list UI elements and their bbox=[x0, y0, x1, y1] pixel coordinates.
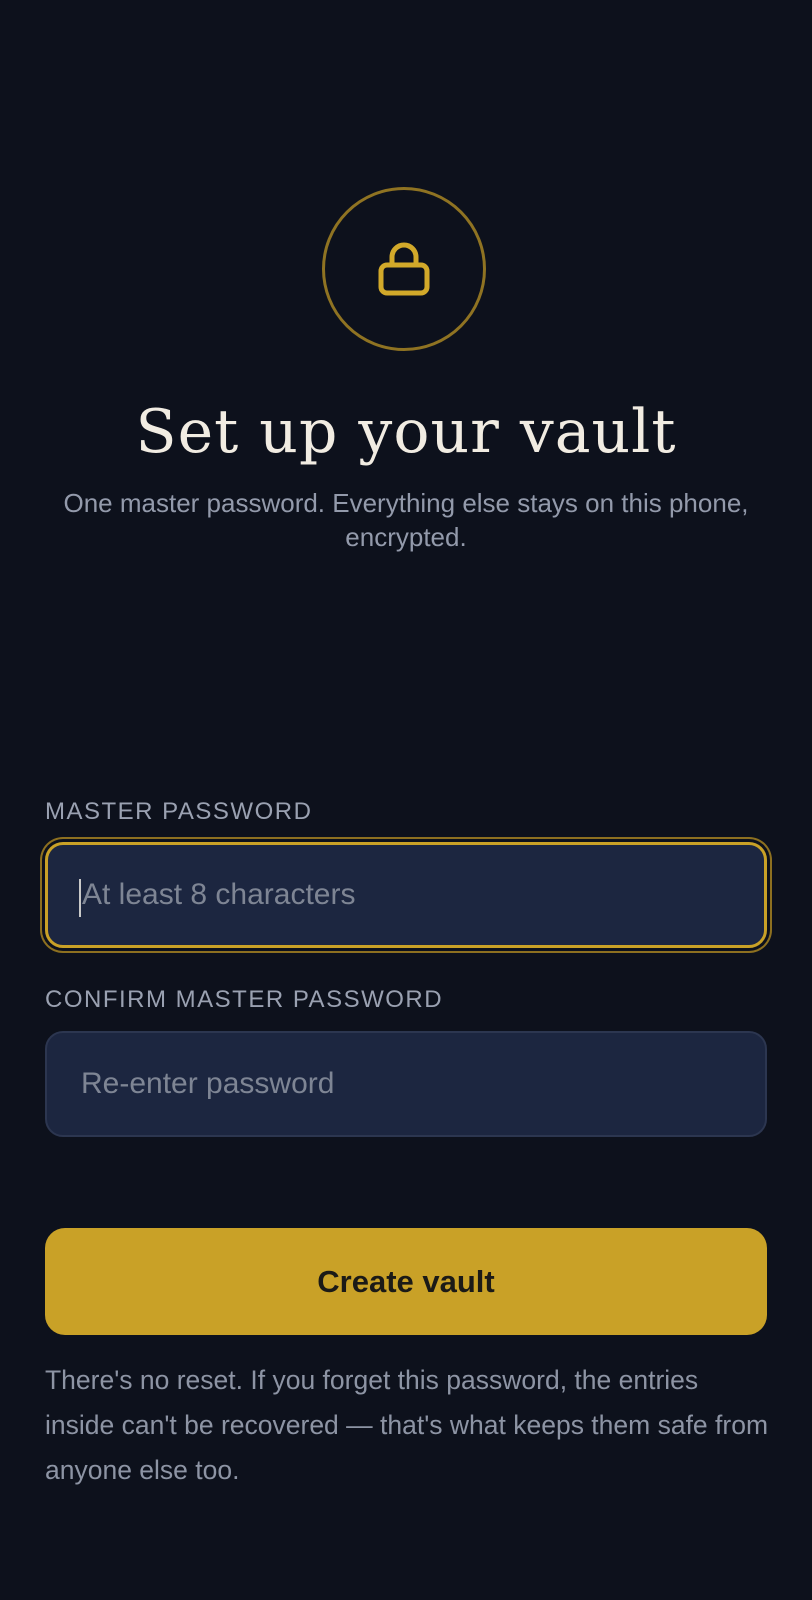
master-password-label: MASTER PASSWORD bbox=[45, 798, 313, 825]
lock-badge bbox=[322, 187, 486, 351]
create-vault-button[interactable]: Create vault bbox=[45, 1228, 767, 1335]
text-cursor bbox=[79, 879, 81, 917]
setup-vault-screen: Set up your vault One master password. E… bbox=[0, 0, 812, 1600]
confirm-password-label: CONFIRM MASTER PASSWORD bbox=[45, 986, 444, 1013]
confirm-password-input[interactable] bbox=[45, 1031, 767, 1137]
master-password-input[interactable] bbox=[45, 842, 767, 948]
page-subtitle: One master password. Everything else sta… bbox=[63, 488, 749, 552]
no-reset-warning: There's no reset. If you forget this pas… bbox=[45, 1365, 769, 1485]
lock-icon bbox=[378, 242, 430, 296]
page-title: Set up your vault bbox=[135, 397, 677, 467]
